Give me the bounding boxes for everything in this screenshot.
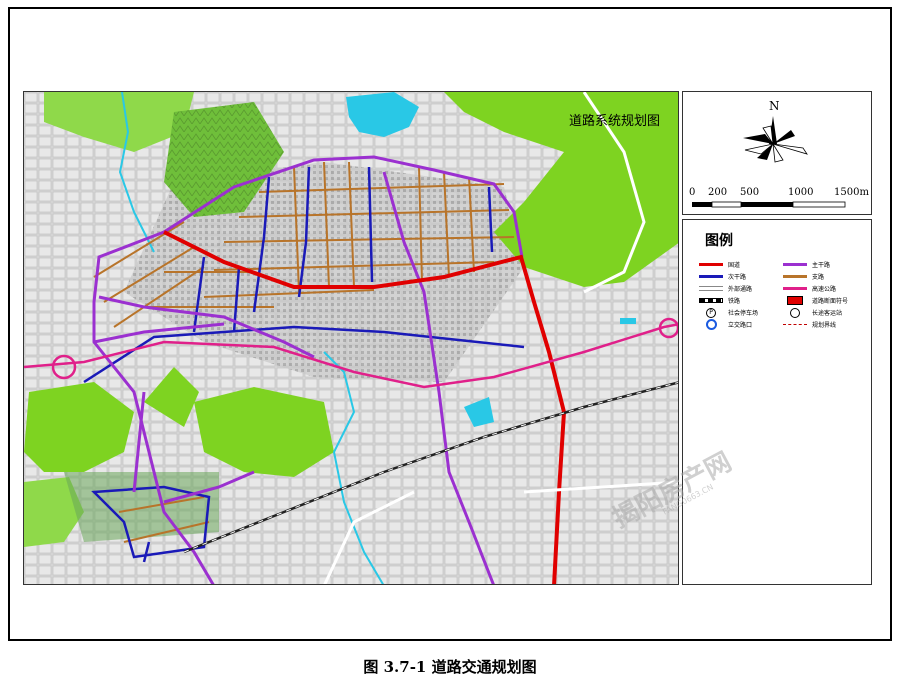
legend-label: 长途客运站 bbox=[812, 310, 843, 317]
scale-tick-1000: 1000 bbox=[788, 187, 814, 198]
figure-caption: 图 3.7-1 道路交通规划图 bbox=[363, 658, 537, 676]
bus-station-icon bbox=[783, 307, 807, 318]
legend-item-parking: P 社会停车场 bbox=[699, 307, 759, 318]
legend-label: 次干路 bbox=[728, 274, 747, 281]
legend-item-external-road: 外部通路 bbox=[699, 284, 752, 293]
legend-item-section-mark: 道路断面符号 bbox=[783, 296, 848, 305]
map-title: 道路系统规划图 bbox=[569, 114, 661, 129]
legend-label: 铁路 bbox=[728, 298, 741, 305]
section-mark-icon bbox=[783, 296, 807, 305]
magenta-line-icon bbox=[783, 285, 807, 293]
legend-label: 支路 bbox=[812, 274, 825, 281]
gray-double-line-icon bbox=[699, 285, 723, 293]
legend-item-railway: 铁路 bbox=[699, 296, 740, 305]
railway-icon bbox=[699, 297, 723, 305]
legend-label: 国道 bbox=[728, 262, 741, 269]
interchange-icon bbox=[699, 319, 723, 330]
scale-tick-1500: 1500m bbox=[834, 187, 869, 198]
legend-label: 高速公路 bbox=[812, 286, 837, 293]
scale-tick-500: 500 bbox=[740, 187, 760, 198]
legend-title: 图例 bbox=[705, 233, 733, 249]
legend-item-national-road: 国道 bbox=[699, 260, 740, 269]
map-canvas bbox=[24, 92, 678, 584]
legend-item-interchange: 立交路口 bbox=[699, 319, 753, 330]
legend-label: 主干路 bbox=[812, 262, 831, 269]
legend-label: 道路断面符号 bbox=[812, 298, 849, 305]
orange-line-icon bbox=[783, 273, 807, 281]
legend-item-main-road: 主干路 bbox=[783, 260, 830, 269]
legend-panel: 图例 国道 主干路 次干路 支路 外部通路 高速公路 铁路 道路断面符号 P 社… bbox=[682, 219, 872, 585]
road-plan-map: 道路系统规划图 bbox=[23, 91, 679, 585]
purple-line-icon bbox=[783, 261, 807, 269]
legend-item-boundary: 规划界线 bbox=[783, 320, 836, 329]
legend-label: 外部通路 bbox=[728, 286, 753, 293]
legend-item-expressway: 高速公路 bbox=[783, 284, 836, 293]
north-arrow-scale-panel: N 0 200 500 1000 1500m bbox=[682, 91, 872, 215]
blue-line-icon bbox=[699, 273, 723, 281]
boundary-dashed-icon bbox=[783, 321, 807, 329]
legend-label: 立交路口 bbox=[728, 322, 753, 329]
legend-item-secondary-road: 次干路 bbox=[699, 272, 746, 281]
scale-tick-200: 200 bbox=[708, 187, 728, 198]
parking-icon: P bbox=[699, 307, 723, 318]
legend-label: 规划界线 bbox=[812, 322, 837, 329]
red-line-icon bbox=[699, 261, 723, 269]
legend-item-branch-road: 支路 bbox=[783, 272, 824, 281]
legend-label: 社会停车场 bbox=[728, 310, 759, 317]
legend-item-bus-station: 长途客运站 bbox=[783, 307, 843, 318]
scale-tick-0: 0 bbox=[689, 187, 696, 198]
